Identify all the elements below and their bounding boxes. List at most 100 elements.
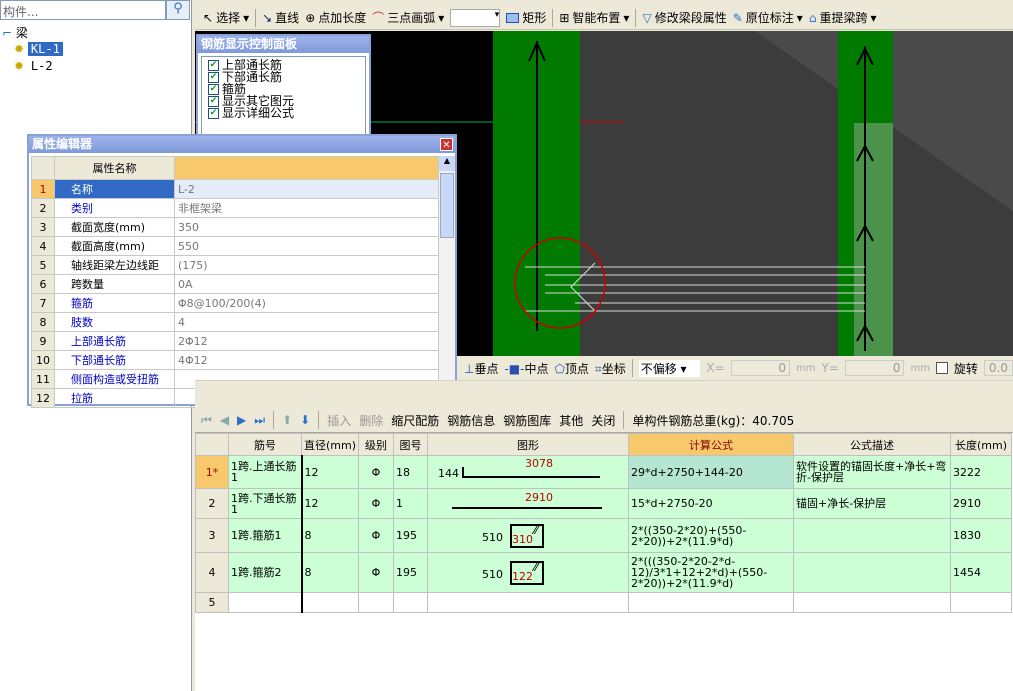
rect-button[interactable]: 矩形 [506, 9, 546, 26]
mid-snap-button[interactable]: -■-中点 [504, 360, 548, 377]
grade[interactable]: Φ [358, 488, 394, 519]
property-value[interactable]: 非框架梁 [174, 198, 439, 218]
column-header[interactable]: 公式描述 [793, 433, 951, 456]
formula[interactable]: 29*d+2750+144-20 [628, 455, 794, 489]
respan-button[interactable]: ⌂ 重提梁跨 ▾ [809, 9, 877, 26]
column-header[interactable]: 长度(mm) [950, 433, 1012, 456]
table-row[interactable]: 3 1跨.箍筋1 8 Φ 195 510 ⁄⁄ 310 2*((350-2*20)+(550-2… [195, 518, 1012, 553]
formula-description[interactable] [793, 552, 951, 593]
rotate-checkbox[interactable] [935, 362, 948, 374]
figure-number[interactable]: 195 [393, 552, 428, 593]
column-header[interactable]: 计算公式 [628, 433, 794, 456]
diameter[interactable]: 12 [301, 455, 359, 489]
scrollbar[interactable]: ▲ ▼ [439, 156, 455, 404]
arc-button[interactable]: ⌒ 三点画弧 ▾ [372, 9, 444, 26]
grade[interactable]: Φ [358, 518, 394, 553]
rebar-info-button[interactable]: 钢筋信息 [447, 412, 495, 429]
formula-description[interactable] [793, 518, 951, 553]
tree-root[interactable]: ⌐ 梁 [2, 24, 28, 41]
grade[interactable]: Φ [358, 455, 394, 489]
arc-option-select[interactable]: ▾ [450, 8, 501, 27]
first-icon[interactable]: ⏮ [201, 413, 212, 428]
y-input[interactable]: 0 [844, 360, 905, 376]
column-header[interactable]: 图形 [427, 433, 629, 456]
table-row[interactable]: 2 1跨.下通长筋1 12 Φ 1 2910 15*d+2750-20 锚固+净长-保护层 29… [195, 488, 1012, 519]
modify-segment-button[interactable]: ▽ 修改梁段属性 [642, 9, 726, 26]
column-header[interactable]: 直径(mm) [301, 433, 359, 456]
property-value[interactable]: 350 [174, 217, 439, 237]
diameter[interactable]: 8 [301, 552, 359, 593]
diameter[interactable]: 8 [301, 518, 359, 553]
scale-rebar-button[interactable]: 缩尺配筋 [391, 412, 439, 429]
property-row[interactable]: 1 名称 L-2 [31, 179, 439, 199]
property-value[interactable]: L-2 [174, 179, 439, 199]
other-button[interactable]: 其他 [559, 412, 583, 429]
tree-item-kl1[interactable]: ✹ KL-1 [14, 42, 63, 56]
property-value[interactable]: 4 [174, 312, 439, 332]
bar-name[interactable]: 1跨.箍筋1 [228, 518, 303, 553]
formula-description[interactable] [793, 592, 951, 613]
property-row[interactable]: 10 下部通长筋 4Φ12 [31, 350, 439, 370]
column-header[interactable] [195, 433, 229, 456]
grade[interactable]: Φ [358, 552, 394, 593]
checkbox-detail-formula[interactable]: ✔ 显示详细公式 [202, 107, 365, 119]
tree-item-l2[interactable]: ✹ L-2 [14, 59, 56, 73]
property-value[interactable]: (175) [174, 255, 439, 275]
figure-number[interactable]: 18 [393, 455, 428, 489]
column-header[interactable]: 级别 [358, 433, 394, 456]
inplace-annotation-button[interactable]: ✎ 原位标注 ▾ [733, 9, 803, 26]
property-row[interactable]: 3 截面宽度(mm) 350 [31, 217, 439, 237]
length[interactable]: 1830 [950, 518, 1012, 553]
shape[interactable]: 510 ⁄⁄ 122 [427, 552, 629, 593]
property-row[interactable]: 4 截面高度(mm) 550 [31, 236, 439, 256]
grade[interactable] [358, 592, 394, 613]
smart-layout-button[interactable]: ⊞ 智能布置 ▾ [559, 9, 629, 26]
diameter[interactable]: 12 [301, 488, 359, 519]
formula-description[interactable]: 软件设置的锚固长度+净长+弯折-保护层 [793, 455, 951, 489]
insert-button[interactable]: 插入 [327, 412, 351, 429]
close-button[interactable]: 关闭 [591, 412, 615, 429]
move-up-icon[interactable]: ⬆ [282, 413, 292, 427]
bar-name[interactable]: 1跨.下通长筋1 [228, 488, 303, 519]
bar-name[interactable]: 1跨.上通长筋1 [228, 455, 303, 489]
vertex-snap-button[interactable]: ⬠顶点 [554, 360, 588, 377]
formula[interactable] [628, 592, 794, 613]
coord-snap-button[interactable]: ⌗坐标 [595, 360, 626, 377]
property-row[interactable]: 9 上部通长筋 2Φ12 [31, 331, 439, 351]
length[interactable]: 3222 [950, 455, 1012, 489]
column-header[interactable]: 图号 [393, 433, 428, 456]
property-row[interactable]: 8 肢数 4 [31, 312, 439, 332]
property-row[interactable]: 2 类别 非框架梁 [31, 198, 439, 218]
formula[interactable]: 2*(((350-2*20-2*d-12)/3*1+12+2*d)+(550-2… [628, 552, 794, 593]
column-header[interactable]: 筋号 [228, 433, 302, 456]
table-row[interactable]: 4 1跨.箍筋2 8 Φ 195 510 ⁄⁄ 122 2*(((350-2*20-2*d-12… [195, 552, 1012, 593]
bar-name[interactable]: 1跨.箍筋2 [228, 552, 303, 593]
shape[interactable] [427, 592, 629, 613]
figure-number[interactable]: 1 [393, 488, 428, 519]
property-row[interactable]: 7 箍筋 Φ8@100/200(4) [31, 293, 439, 313]
length[interactable]: 1454 [950, 552, 1012, 593]
length[interactable]: 2910 [950, 488, 1012, 519]
prev-icon[interactable]: ◀ [220, 413, 229, 427]
formula[interactable]: 2*((350-2*20)+(550-2*20))+2*(11.9*d) [628, 518, 794, 553]
property-value[interactable]: 4Φ12 [174, 350, 439, 370]
formula-description[interactable]: 锚固+净长-保护层 [793, 488, 951, 519]
rebar-library-button[interactable]: 钢筋图库 [503, 412, 551, 429]
move-down-icon[interactable]: ⬇ [300, 413, 310, 427]
offset-select[interactable]: 不偏移 ▾ [638, 359, 701, 377]
next-icon[interactable]: ▶ [237, 413, 246, 427]
table-row[interactable]: 1* 1跨.上通长筋1 12 Φ 18 144 3078 29*d+2750+144-20 软件… [195, 455, 1012, 489]
rotate-input[interactable]: 0.0 [983, 360, 1013, 376]
delete-button[interactable]: 删除 [359, 412, 383, 429]
point-length-button[interactable]: ⊕ 点加长度 [305, 9, 366, 26]
x-input[interactable]: 0 [730, 360, 791, 376]
property-value[interactable]: Φ8@100/200(4) [174, 293, 439, 313]
length[interactable] [950, 592, 1012, 613]
property-value[interactable]: 0A [174, 274, 439, 294]
formula[interactable]: 15*d+2750-20 [628, 488, 794, 519]
property-value[interactable]: 550 [174, 236, 439, 256]
shape[interactable]: 510 ⁄⁄ 310 [427, 518, 629, 553]
property-row[interactable]: 5 轴线距梁左边线距 (175) [31, 255, 439, 275]
bar-name[interactable] [228, 592, 303, 613]
figure-number[interactable]: 195 [393, 518, 428, 553]
